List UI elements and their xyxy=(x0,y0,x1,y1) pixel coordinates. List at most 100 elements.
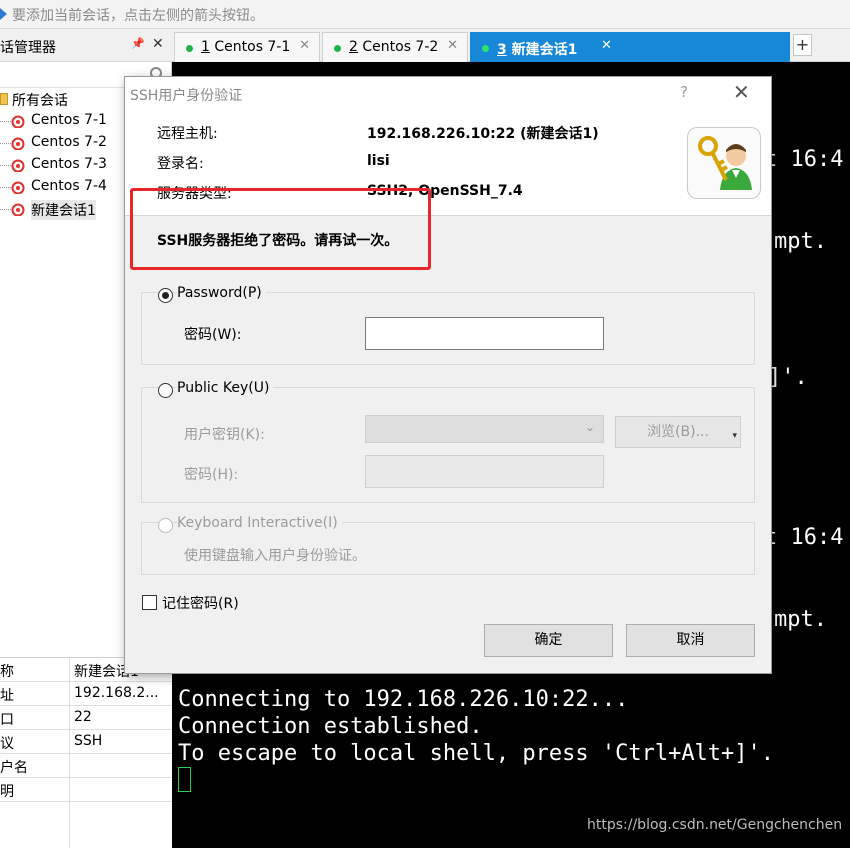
session-icon xyxy=(11,203,25,216)
public-key-radio[interactable] xyxy=(158,383,173,398)
user-key-label: 用户密钥(K): xyxy=(184,427,265,443)
chevron-down-icon: ⌄ xyxy=(584,420,595,434)
column-divider xyxy=(69,658,70,848)
ssh-auth-dialog: SSH用户身份验证 ? ✕ 远程主机: 192.168.226.10:22 (新… xyxy=(124,76,772,674)
terminal-line: Connection established. xyxy=(178,714,483,739)
tab-close-icon[interactable]: ✕ xyxy=(299,38,310,53)
tab-number: 3 xyxy=(497,42,507,58)
folder-label: 所有会话 xyxy=(12,93,68,109)
tab-session[interactable]: 2 Centos 7-2 ✕ xyxy=(322,32,468,62)
terminal-line: mpt. xyxy=(774,229,827,254)
password-input[interactable] xyxy=(365,317,604,350)
session-properties: 称 新建会话1 址 192.168.2... 口 22 议 SSH 户名 明 xyxy=(0,657,172,848)
remote-host-value: 192.168.226.10:22 (新建会话1) xyxy=(367,126,599,142)
session-icon xyxy=(11,159,25,172)
session-label: Centos 7-3 xyxy=(31,156,107,172)
tab-title: Centos 7-2 xyxy=(362,39,439,55)
tree-connector xyxy=(0,209,11,210)
property-key: 户名 xyxy=(0,760,28,776)
session-label: Centos 7-2 xyxy=(31,134,107,150)
tab-number: 1 xyxy=(201,39,210,55)
property-row: 议 SSH xyxy=(0,730,172,754)
remote-host-label: 远程主机: xyxy=(157,126,218,142)
ok-button[interactable]: 确定 xyxy=(484,624,613,657)
folder-icon xyxy=(0,93,8,105)
tab-number: 2 xyxy=(349,39,358,55)
status-dot-icon xyxy=(334,45,341,52)
session-label: 新建会话1 xyxy=(31,200,96,220)
property-key: 称 xyxy=(0,664,14,680)
keyboard-option-label: Keyboard Interactive(I) xyxy=(177,515,342,531)
property-key: 议 xyxy=(0,736,14,752)
status-dot-icon xyxy=(186,45,193,52)
property-value: SSH xyxy=(74,733,103,749)
session-icon xyxy=(11,115,25,128)
pubkey-password-label: 密码(H): xyxy=(184,467,239,483)
dialog-title-bar: SSH用户身份验证 ? ✕ xyxy=(125,77,771,109)
tab-close-icon[interactable]: ✕ xyxy=(447,38,458,53)
password-group: Password(P) 密码(W): xyxy=(141,285,755,365)
property-key: 址 xyxy=(0,688,14,704)
user-key-select[interactable]: ⌄ xyxy=(365,415,604,443)
tree-connector xyxy=(0,121,11,122)
tab-title: 新建会话1 xyxy=(511,42,578,58)
close-icon[interactable]: ✕ xyxy=(152,36,164,52)
session-manager-title: 话管理器 xyxy=(0,40,56,56)
help-button[interactable]: ? xyxy=(680,83,688,101)
terminal-line: To escape to local shell, press 'Ctrl+Al… xyxy=(178,741,775,766)
tab-close-icon[interactable]: ✕ xyxy=(601,38,612,53)
dialog-title: SSH用户身份验证 xyxy=(130,88,243,104)
session-icon xyxy=(11,181,25,194)
new-tab-button[interactable]: + xyxy=(793,34,812,56)
browse-button-label: 浏览(B)... xyxy=(647,424,709,440)
terminal-line: mpt. xyxy=(774,607,827,632)
status-dot-icon xyxy=(482,45,489,52)
pin-icon[interactable]: 📌 xyxy=(131,37,145,50)
keyboard-interactive-group: Keyboard Interactive(I) 使用键盘输入用户身份验证。 xyxy=(141,515,755,575)
tab-title: Centos 7-1 xyxy=(214,39,291,55)
tab-session-active[interactable]: 3 新建会话1 ✕ xyxy=(470,32,790,62)
dialog-close-button[interactable]: ✕ xyxy=(733,80,750,104)
terminal-line: t 16:4 xyxy=(764,525,844,550)
public-key-option-label: Public Key(U) xyxy=(177,380,274,396)
arrow-icon[interactable] xyxy=(0,8,7,20)
terminal-line: Connecting to 192.168.226.10:22... xyxy=(178,687,629,712)
keyboard-interactive-radio[interactable] xyxy=(158,518,173,533)
pubkey-password-input[interactable] xyxy=(365,455,604,488)
tree-connector xyxy=(0,143,11,144)
property-value: 192.168.2... xyxy=(74,685,159,701)
session-icon xyxy=(11,137,25,150)
login-label: 登录名: xyxy=(157,156,204,172)
dropdown-arrow-icon: ▾ xyxy=(732,431,737,441)
terminal-line: t 16:4 xyxy=(764,147,844,172)
highlight-annotation xyxy=(130,188,431,270)
session-label: Centos 7-1 xyxy=(31,112,107,128)
login-value: lisi xyxy=(367,153,390,169)
password-option-label: Password(P) xyxy=(177,285,266,301)
property-row: 户名 xyxy=(0,754,172,778)
property-row: 址 192.168.2... xyxy=(0,682,172,706)
property-key: 明 xyxy=(0,784,14,800)
tree-connector xyxy=(0,187,11,188)
tab-session[interactable]: 1 Centos 7-1 ✕ xyxy=(174,32,320,62)
public-key-group: Public Key(U) 用户密钥(K): ⌄ 浏览(B)... ▾ 密码(H… xyxy=(141,380,755,503)
property-key: 口 xyxy=(0,712,14,728)
user-key-icon xyxy=(687,127,761,199)
keyboard-description: 使用键盘输入用户身份验证。 xyxy=(184,548,366,564)
tree-connector xyxy=(0,165,11,166)
tab-label: 3 新建会话1 xyxy=(497,39,577,59)
terminal-cursor xyxy=(178,767,191,792)
terminal-line: ]'. xyxy=(768,365,808,390)
watermark: https://blog.csdn.net/Gengchenchen xyxy=(587,817,843,833)
remember-password-checkbox[interactable] xyxy=(142,595,157,610)
session-label: Centos 7-4 xyxy=(31,178,107,194)
cancel-button[interactable]: 取消 xyxy=(626,624,755,657)
hint-bar: 要添加当前会话，点击左侧的箭头按钮。 xyxy=(0,0,850,29)
browse-button[interactable]: 浏览(B)... ▾ xyxy=(615,416,741,448)
hint-text: 要添加当前会话，点击左侧的箭头按钮。 xyxy=(12,8,264,24)
user-key-icon-graphic xyxy=(698,136,752,190)
password-radio[interactable] xyxy=(158,288,173,303)
tab-label: 2 Centos 7-2 xyxy=(349,39,438,55)
session-manager-header: 话管理器 📌 ✕ xyxy=(0,29,172,62)
remember-password-label: 记住密码(R) xyxy=(162,596,239,612)
